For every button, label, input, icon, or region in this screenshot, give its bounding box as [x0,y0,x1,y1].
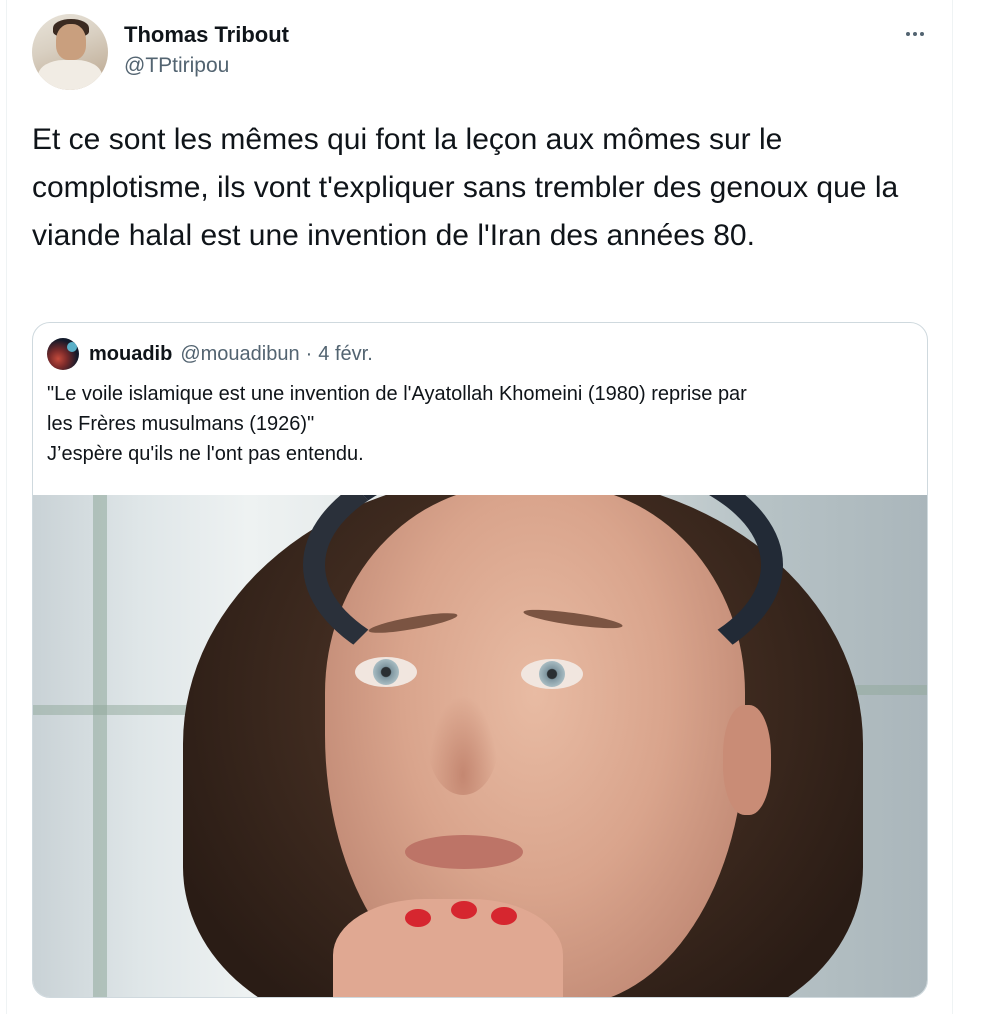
avatar-shirt [38,60,102,90]
photo-subject-lips [405,835,523,869]
photo-subject-eye [521,659,583,689]
more-options-button[interactable] [898,20,932,48]
quoted-text-line: les Frères musulmans (1926)" [47,413,315,435]
photo-subject-fingernail [451,901,477,919]
photo-background-window-bar [853,685,927,695]
quoted-tweet-date[interactable]: 4 févr. [318,343,372,366]
more-horizontal-icon [906,32,910,36]
quoted-text-line: J’espère qu'ils ne l'ont pas entendu. [47,443,364,465]
tweet-text: Et ce sont les mêmes qui font la leçon a… [32,123,899,252]
quoted-tweet-media-photo[interactable] [33,495,927,997]
more-horizontal-icon-dot [920,32,924,36]
quoted-author-handle[interactable]: @mouadibun [180,343,299,366]
photo-subject-ear [723,705,771,815]
quoted-tweet-text: "Le voile islamique est une invention de… [47,379,917,469]
avatar-face [56,24,86,60]
tweet-header: Thomas Tribout @TPtiripou [32,14,932,92]
photo-subject-fingernail [491,907,517,925]
quoted-meta-separator: · [305,342,313,365]
quoted-author-name[interactable]: mouadib [89,343,172,366]
photo-subject-eye [355,657,417,687]
author-handle[interactable]: @TPtiripou [124,54,229,78]
quoted-tweet-header: mouadib @mouadibun · 4 févr. [47,337,373,371]
more-horizontal-icon-dot [913,32,917,36]
photo-subject-nose [428,695,498,795]
photo-subject-hand [333,899,563,997]
timeline-left-border [6,0,7,1014]
author-avatar[interactable] [32,14,108,90]
quoted-tweet-card[interactable]: mouadib @mouadibun · 4 févr. "Le voile i… [32,322,928,998]
quoted-text-line: "Le voile islamique est une invention de… [47,383,747,405]
author-name[interactable]: Thomas Tribout [124,22,289,48]
timeline-right-border [952,0,953,1014]
photo-background-window-frame [93,495,107,997]
photo-subject-fingernail [405,909,431,927]
quoted-author-avatar[interactable] [47,338,79,370]
